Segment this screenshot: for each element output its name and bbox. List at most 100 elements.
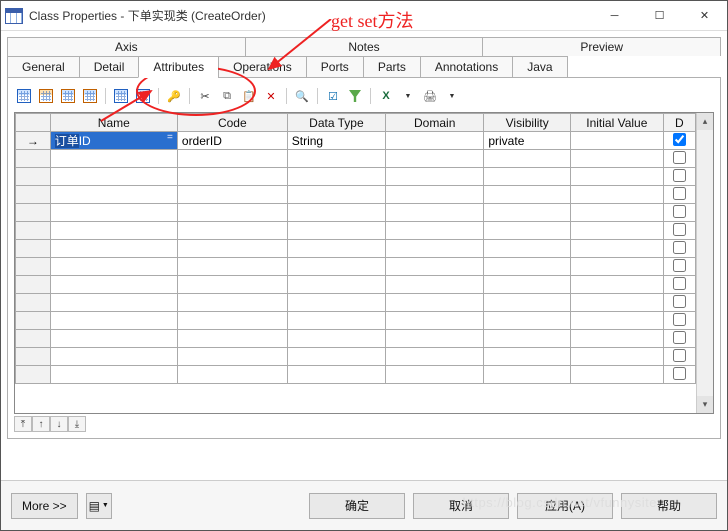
cell-d-checkbox[interactable] [663,348,695,366]
toolbar-separator [370,88,371,104]
tab-content: 🔑 ✂ ⧉ 📋 ✕ 🔍 ☑ X ▼ 🖨 ▼ [7,77,721,439]
tool-paste-icon[interactable]: 📋 [239,86,259,106]
col-name[interactable]: Name [50,114,177,132]
table-row-empty[interactable] [16,366,696,384]
cell-datatype[interactable]: String [287,132,385,150]
tool-new-icon[interactable] [111,86,131,106]
tab-parts[interactable]: Parts [363,56,420,78]
cell-d-checkbox[interactable] [663,294,695,312]
tool-excel-icon[interactable]: X [376,86,396,106]
tab-row: General Detail Attributes Operations Por… [7,56,721,78]
nav-last-icon[interactable]: ⤓ [68,416,86,432]
nav-down-icon[interactable]: ↓ [50,416,68,432]
toolbar-separator [105,88,106,104]
minimize-button[interactable]: ─ [592,1,637,30]
vertical-scrollbar[interactable]: ▴ ▾ [696,113,713,413]
cell-visibility[interactable]: private [484,132,571,150]
help-button[interactable]: 帮助 [621,493,717,519]
col-initial[interactable]: Initial Value [571,114,664,132]
maximize-button[interactable]: ☐ [637,1,682,30]
toolbar-separator [189,88,190,104]
cell-d-checkbox[interactable] [663,312,695,330]
tool-excel-dropdown-icon[interactable]: ▼ [398,86,418,106]
tool-add-row-icon[interactable] [58,86,78,106]
tool-key-icon[interactable]: 🔑 [164,86,184,106]
cell-d-checkbox[interactable] [663,222,695,240]
cell-d-checkbox[interactable] [663,132,695,150]
cell-d-checkbox[interactable] [663,330,695,348]
tool-check-icon[interactable]: ☑ [323,86,343,106]
cell-d-checkbox[interactable] [663,366,695,384]
tool-copy-icon[interactable]: ⧉ [217,86,237,106]
window-title: Class Properties - 下单实现类 (CreateOrder) [29,7,266,24]
table-header-row: Name Code Data Type Domain Visibility In… [16,114,696,132]
nav-up-icon[interactable]: ↑ [32,416,50,432]
tool-print-icon[interactable]: 🖨 [420,86,440,106]
toolbar: 🔑 ✂ ⧉ 📋 ✕ 🔍 ☑ X ▼ 🖨 ▼ [14,84,714,112]
ok-button[interactable]: 确定 [309,493,405,519]
table-row-empty[interactable] [16,186,696,204]
table-row-empty[interactable] [16,240,696,258]
table-row-empty[interactable] [16,312,696,330]
cell-d-checkbox[interactable] [663,258,695,276]
col-domain[interactable]: Domain [386,114,484,132]
tab-area: Axis Notes Preview General Detail Attrib… [1,31,727,439]
col-datatype[interactable]: Data Type [287,114,385,132]
nav-first-icon[interactable]: ⤒ [14,416,32,432]
tab-java[interactable]: Java [512,56,567,78]
table-row-empty[interactable] [16,258,696,276]
cell-name[interactable]: 订单ID = [50,132,177,150]
tool-properties-icon[interactable] [14,86,34,106]
app-icon [5,8,23,24]
table-row-empty[interactable] [16,150,696,168]
cell-code[interactable]: orderID [177,132,287,150]
cancel-button[interactable]: 取消 [413,493,509,519]
table-row-empty[interactable] [16,204,696,222]
cell-initial[interactable] [571,132,664,150]
tool-delete-icon[interactable]: ✕ [261,86,281,106]
tool-print-dropdown-icon[interactable]: ▼ [442,86,462,106]
menu-dropdown-button[interactable]: ▤▼ [86,493,112,519]
tab-general[interactable]: General [7,56,79,78]
col-visibility[interactable]: Visibility [484,114,571,132]
col-code[interactable]: Code [177,114,287,132]
cell-d-checkbox[interactable] [663,204,695,222]
row-indicator-icon: → [16,132,51,150]
apply-button[interactable]: 应用(A) [517,493,613,519]
toolbar-separator [317,88,318,104]
tool-insert-row-icon[interactable] [36,86,56,106]
tab-group-row: Axis Notes Preview [7,37,721,56]
table-row[interactable]: →订单ID =orderIDString private [16,132,696,150]
tab-attributes[interactable]: Attributes [138,56,218,78]
row-nav-arrows: ⤒ ↑ ↓ ⤓ [14,414,714,432]
table-row-empty[interactable] [16,168,696,186]
tab-group-preview[interactable]: Preview [483,37,721,56]
cell-d-checkbox[interactable] [663,276,695,294]
table-row-empty[interactable] [16,348,696,366]
tool-cut-icon[interactable]: ✂ [195,86,215,106]
table-row-empty[interactable] [16,330,696,348]
tab-detail[interactable]: Detail [79,56,139,78]
col-d[interactable]: D [663,114,695,132]
cell-d-checkbox[interactable] [663,240,695,258]
tool-find-icon[interactable]: 🔍 [292,86,312,106]
tab-annotations[interactable]: Annotations [420,56,512,78]
cell-d-checkbox[interactable] [663,168,695,186]
cell-d-checkbox[interactable] [663,150,695,168]
scroll-down-icon[interactable]: ▾ [697,396,713,413]
table-row-empty[interactable] [16,222,696,240]
cell-d-checkbox[interactable] [663,186,695,204]
tool-filter-icon[interactable] [345,86,365,106]
tool-grid-arrow-icon[interactable] [133,86,153,106]
table-row-empty[interactable] [16,276,696,294]
close-button[interactable]: ✕ [682,1,727,30]
more-button[interactable]: More >> [11,493,78,519]
tab-ports[interactable]: Ports [306,56,363,78]
tab-group-axis[interactable]: Axis [7,37,246,56]
tab-group-notes[interactable]: Notes [246,37,484,56]
cell-domain[interactable] [386,132,484,150]
tab-operations[interactable]: Operations [218,56,306,78]
scroll-up-icon[interactable]: ▴ [697,113,713,130]
tool-add-rows-icon[interactable] [80,86,100,106]
table-row-empty[interactable] [16,294,696,312]
